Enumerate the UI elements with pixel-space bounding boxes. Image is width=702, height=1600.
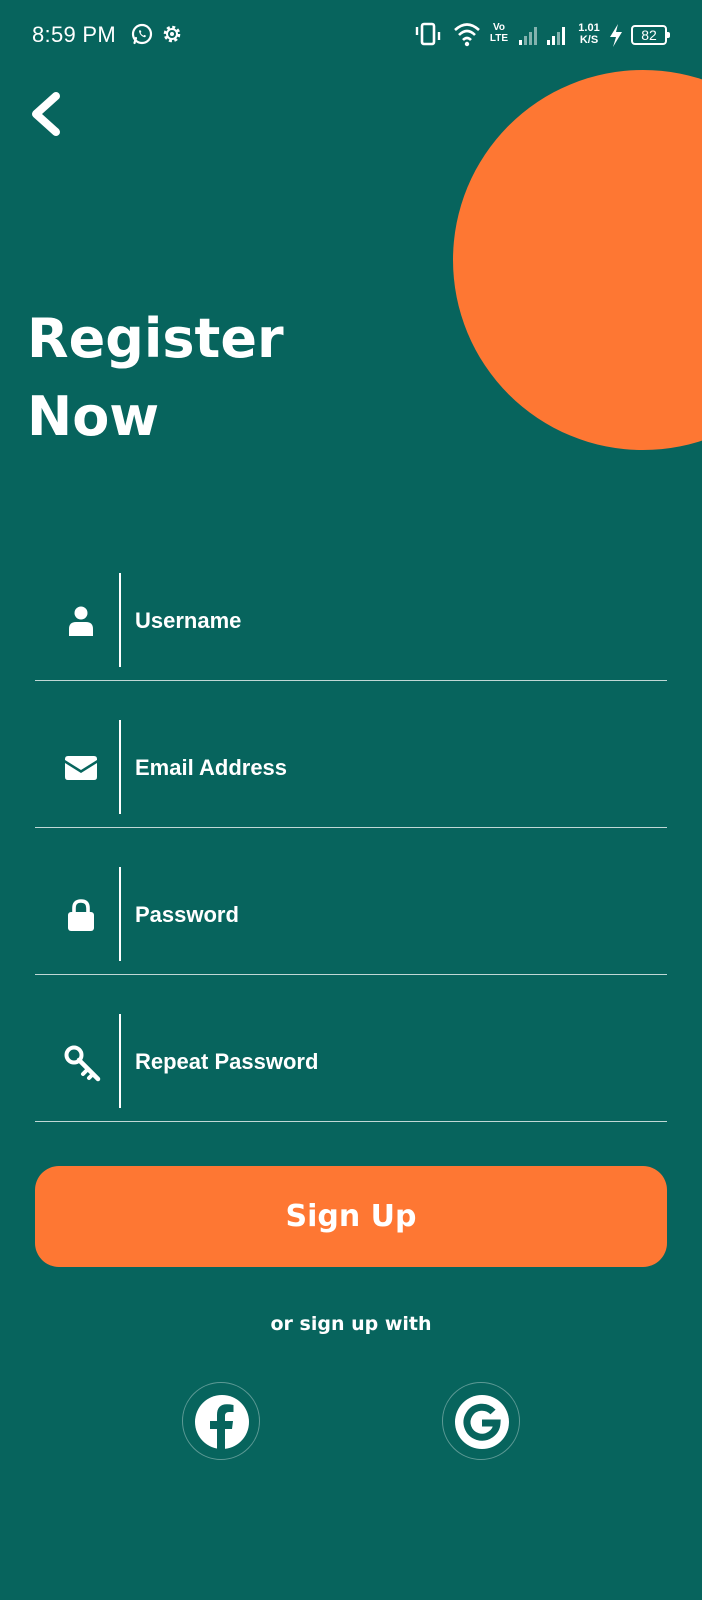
repeat-password-field [35,1014,667,1122]
chevron-left-icon [32,92,60,136]
status-time: 8:59 PM [32,22,117,47]
title-line-1: Register [27,307,284,370]
charging-icon [607,18,625,52]
signal-icon [518,18,540,52]
password-input[interactable] [135,893,655,937]
signup-button[interactable]: Sign Up [35,1166,667,1267]
battery-indicator: 82 [631,25,670,45]
signal-icon [546,18,568,52]
envelope-icon [63,750,99,786]
whatsapp-icon [130,22,154,46]
username-field [35,573,667,681]
email-input[interactable] [135,746,655,790]
volte-indicator: Vo LTE [489,22,509,44]
field-divider [119,720,121,814]
field-divider [119,867,121,961]
lock-icon [63,897,99,933]
field-divider [119,1014,121,1108]
vibrate-icon [413,18,443,52]
facebook-icon [195,1395,249,1449]
google-signup-button[interactable] [442,1382,520,1460]
repeat-password-input[interactable] [135,1040,655,1084]
settings-gear-icon [160,22,184,46]
back-button[interactable] [24,88,68,140]
username-input[interactable] [135,599,655,643]
alt-signup-text: or sign up with [270,1313,432,1335]
field-divider [119,573,121,667]
network-speed: 1.01 K/S [578,22,600,46]
status-bar: 8:59 PM Vo LTE 1.01 K/S 82 [0,0,702,72]
key-icon [63,1044,101,1082]
register-screen: 8:59 PM Vo LTE 1.01 K/S 82 Register Now … [0,0,702,1600]
password-field [35,867,667,975]
decorative-circle [453,70,702,450]
facebook-signup-button[interactable] [182,1382,260,1460]
title-line-2: Now [27,385,160,448]
wifi-icon [452,18,482,52]
email-field [35,720,667,828]
user-icon [63,603,99,639]
page-title: Register Now [27,300,407,456]
google-icon [455,1395,509,1449]
